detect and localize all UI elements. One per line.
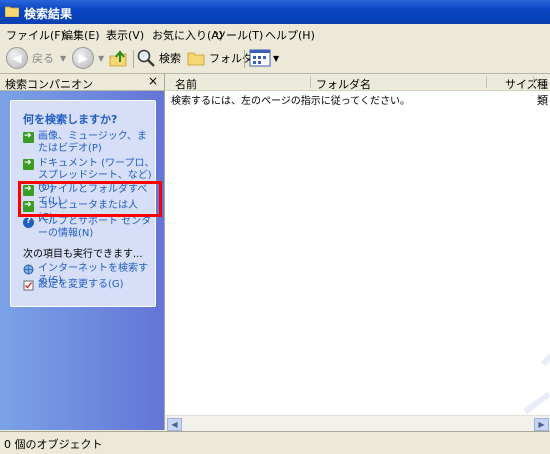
menu-view[interactable]: 表示(V) [106,27,144,43]
column-divider[interactable] [533,76,534,88]
search-companion-title: 検索コンパニオン [5,78,93,91]
change-settings-option[interactable]: 設定を変更する(G) [23,279,151,293]
views-button[interactable]: ▼ [249,47,279,69]
back-arrow-icon: ◀ [6,47,28,69]
settings-check-icon [23,280,34,291]
up-folder-button[interactable] [108,47,128,69]
search-label: 検索 [159,52,181,65]
help-icon [23,216,34,228]
menu-help[interactable]: ヘルプ(H) [265,27,315,43]
green-arrow-icon [23,131,34,143]
back-dropdown-icon: ▼ [60,53,67,63]
forward-button[interactable]: ▶ ▼ [72,47,104,69]
search-button[interactable]: 検索 [136,47,181,69]
back-button[interactable]: ◀ 戻る ▼ [6,47,66,69]
status-text: 0 個のオブジェクト [4,438,103,451]
horizontal-scrollbar[interactable]: ◀ ▶ [165,415,550,431]
forward-arrow-icon: ▶ [72,47,94,69]
window-title: 検索結果 [24,7,73,21]
views-dropdown-icon: ▼ [273,53,280,63]
menu-tools[interactable]: ツール(T) [215,27,263,43]
scroll-right-icon[interactable]: ▶ [534,418,549,431]
column-divider[interactable] [310,76,311,88]
search-task-panel: 何を検索しますか? 画像、ミュージック、またはビデオ(P) ドキュメント (ワー… [10,100,162,307]
toolbar-separator [244,50,245,68]
up-folder-icon [109,50,127,67]
column-name[interactable]: 名前 [175,76,197,92]
title-bar: 検索結果 [0,0,550,24]
toolbar: ◀ 戻る ▼ ▶ ▼ 検索 フォルダ ▼ [0,43,550,74]
forward-dropdown-icon: ▼ [98,53,105,63]
close-icon[interactable]: × [148,74,158,88]
column-divider[interactable] [486,76,487,88]
menu-bar: ファイル(F) 編集(E) 表示(V) お気に入り(A) ツール(T) ヘルプ(… [0,24,550,44]
column-type[interactable]: 種類 [537,76,550,108]
search-watermark-icon [523,354,550,414]
change-settings-label: 設定を変更する(G) [38,279,124,290]
highlight-frame [18,181,162,217]
column-header: 名前 フォルダ名 サイズ 種類 [165,74,550,107]
instruction-message: 検索するには、左のページの指示に従ってください。 [171,96,410,107]
folders-button[interactable]: フォルダ [186,47,253,69]
back-label: 戻る [32,52,54,65]
results-pane: 名前 フォルダ名 サイズ 種類 検索するには、左のページの指示に従ってください。… [164,74,550,431]
folders-label: フォルダ [209,52,253,65]
views-icon [249,49,271,67]
scroll-left-icon[interactable]: ◀ [167,418,182,431]
menu-file[interactable]: ファイル(F) [6,27,65,43]
globe-search-icon [23,264,34,275]
search-option-help-label: ヘルプとサポート センターの情報(N) [38,216,152,239]
status-bar: 0 個のオブジェクト [0,431,550,454]
toolbar-separator [133,50,134,68]
search-option-media[interactable]: 画像、ミュージック、またはビデオ(P) [23,131,151,157]
search-internet-option[interactable]: インターネットを検索する(S) [23,263,151,286]
menu-edit[interactable]: 編集(E) [62,27,100,43]
green-arrow-icon [23,158,34,170]
folders-icon [187,52,205,66]
folder-icon [5,6,19,17]
more-options-label: 次の項目も実行できます... [23,249,143,260]
search-companion-header: 検索コンパニオン × [0,74,164,91]
search-option-help[interactable]: ヘルプとサポート センターの情報(N) [23,216,151,242]
menu-favorites[interactable]: お気に入り(A) [152,27,223,43]
search-icon [137,49,155,67]
search-companion-pane: 検索コンパニオン × 何を検索しますか? 画像、ミュージック、またはビデオ(P)… [0,74,164,430]
column-folder[interactable]: フォルダ名 [316,76,371,92]
search-option-media-label: 画像、ミュージック、またはビデオ(P) [38,131,147,154]
search-question: 何を検索しますか? [23,113,118,126]
